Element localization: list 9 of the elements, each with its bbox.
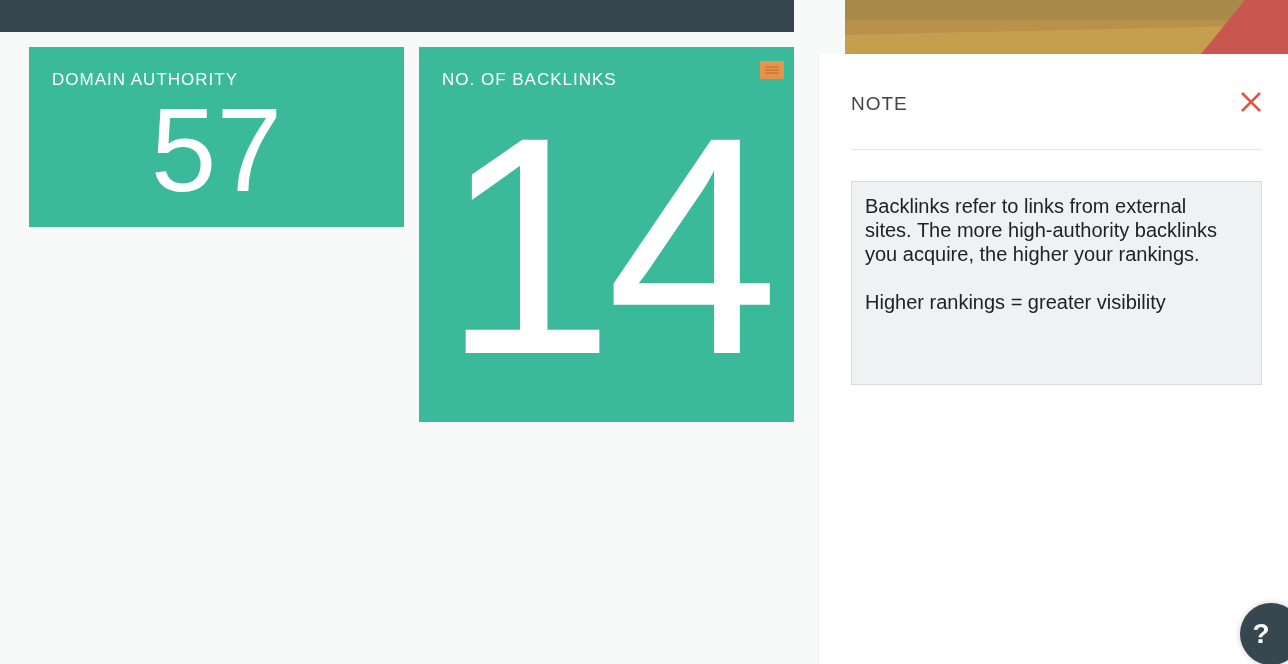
note-paragraph: Higher rankings = greater visibility [865, 290, 1167, 314]
metric-label: NO. OF BACKLINKS [442, 69, 618, 91]
panel-title: NOTE [851, 91, 908, 115]
metric-value: 14 [442, 91, 771, 401]
note-paragraph: Backlinks refer to links from external sites. The more high-authority backlinks you acquire, the higher your rankings. [865, 194, 1218, 266]
metric-label: DOMAIN AUTHORITY [52, 69, 239, 91]
close-icon [1240, 90, 1262, 113]
metric-value: 57 [150, 91, 283, 209]
close-button[interactable] [1240, 90, 1262, 113]
